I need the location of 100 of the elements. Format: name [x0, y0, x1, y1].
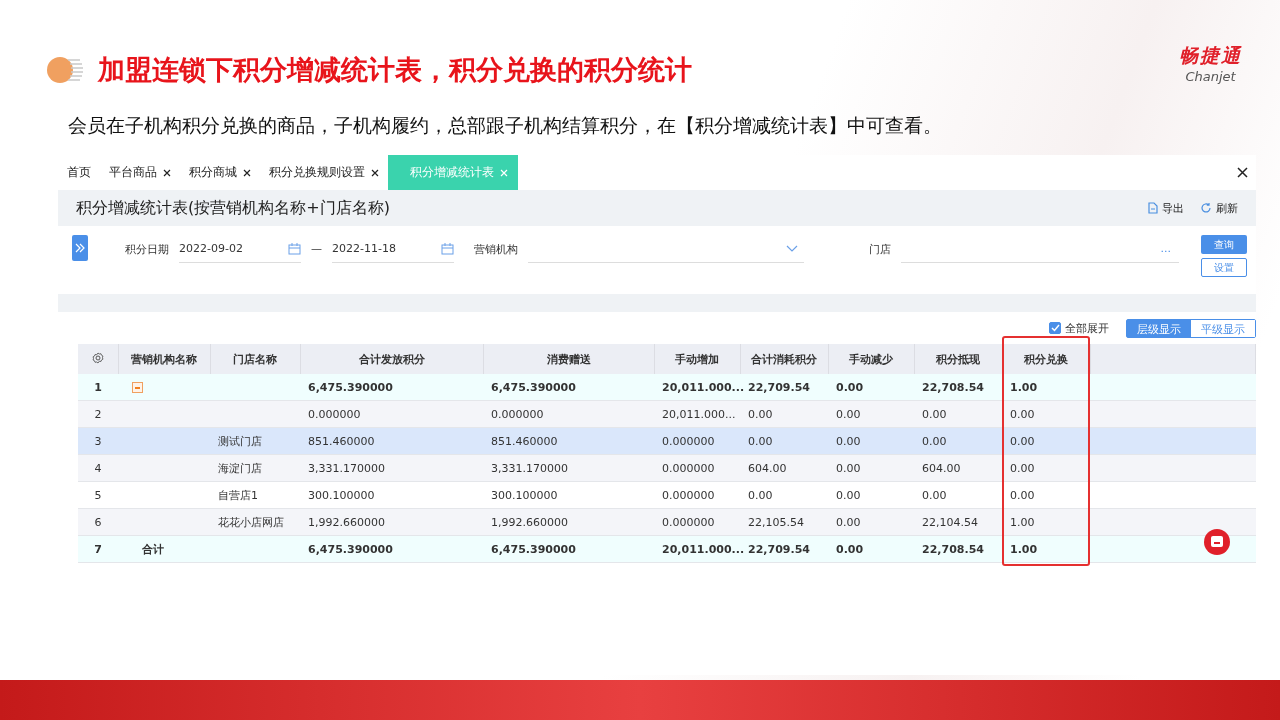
- export-button[interactable]: 导出: [1147, 200, 1184, 216]
- calendar-icon[interactable]: [288, 242, 301, 255]
- close-icon[interactable]: [163, 168, 171, 177]
- close-icon[interactable]: [243, 168, 251, 177]
- row-number: 2: [78, 400, 118, 428]
- close-icon[interactable]: [371, 168, 379, 177]
- table-cell: 0.00: [836, 434, 861, 448]
- row-number: 1: [78, 374, 118, 401]
- column-header: 营销机构名称: [118, 344, 210, 374]
- table-cell: 0.00: [922, 434, 947, 448]
- table-cell: 3,331.170000: [491, 461, 568, 475]
- table-cell: 0.00: [836, 380, 864, 394]
- table-cell: 6,475.390000: [308, 542, 393, 556]
- date-field[interactable]: 2022-09-02: [179, 235, 301, 263]
- tab[interactable]: 平台商品: [100, 155, 180, 190]
- table-cell: 0.000000: [662, 461, 715, 475]
- brand-name: Chanjet: [1185, 68, 1236, 84]
- table-cell: 604.00: [922, 461, 961, 475]
- table-cell: 花花小店网店: [218, 515, 284, 529]
- date-separator: —: [311, 242, 322, 255]
- column-header: 消费赠送: [483, 344, 654, 374]
- table-cell: 3,331.170000: [308, 461, 385, 475]
- row-number: 7: [78, 535, 118, 563]
- expand-all-checkbox[interactable]: 全部展开: [1049, 320, 1109, 336]
- table-cell: 0.00: [748, 434, 773, 448]
- table-cell: 0.00: [836, 542, 864, 556]
- table-cell: 22,104.54: [922, 515, 978, 529]
- date-field[interactable]: 2022-11-18: [332, 235, 454, 263]
- row-number: 3: [78, 427, 118, 455]
- table-cell: 20,011.000...: [662, 542, 745, 556]
- chevron-down-icon: [786, 245, 798, 252]
- calendar-icon[interactable]: [441, 242, 454, 255]
- tab[interactable]: 积分兑换规则设置: [260, 155, 388, 190]
- table-cell: 0.00: [922, 407, 947, 421]
- table-cell: 0.00: [836, 407, 861, 421]
- column-header: 手动减少: [828, 344, 914, 374]
- column-header: 积分抵现: [914, 344, 1002, 374]
- expand-panel-button[interactable]: [72, 235, 88, 261]
- table-cell: 0.000000: [308, 407, 361, 421]
- table-cell: 300.100000: [308, 488, 375, 502]
- table-cell: 0.00: [1010, 488, 1035, 502]
- tab[interactable]: 积分商城: [180, 155, 260, 190]
- column-header: 积分兑换: [1002, 344, 1090, 374]
- brand-name: 畅捷通: [1179, 42, 1242, 68]
- table-cell: 0.00: [1010, 461, 1035, 475]
- report-title: 积分增减统计表(按营销机构名称+门店名称): [76, 197, 390, 219]
- table-cell: 6,475.390000: [491, 380, 576, 394]
- table-cell: 6,475.390000: [491, 542, 576, 556]
- table-cell: 851.460000: [491, 434, 558, 448]
- checkbox[interactable]: [1049, 322, 1061, 334]
- table-cell: 测试门店: [218, 434, 262, 448]
- settings-button[interactable]: 设置: [1201, 258, 1247, 277]
- field-label: 营销机构: [474, 242, 518, 257]
- refresh-icon: [1200, 202, 1212, 214]
- tab[interactable]: 首页: [58, 155, 100, 190]
- table-cell: 0.000000: [662, 488, 715, 502]
- close-icon[interactable]: [1237, 167, 1248, 178]
- table-cell: 0.00: [836, 488, 861, 502]
- table-cell: 22,709.54: [748, 542, 810, 556]
- table-cell: 0.00: [1010, 434, 1035, 448]
- table-cell: 自营店1: [218, 488, 258, 502]
- column-header: 合计发放积分: [300, 344, 483, 374]
- table-cell: 20,011.000...: [662, 380, 745, 394]
- table-cell: 22,708.54: [922, 380, 984, 394]
- column-header: 合计消耗积分: [740, 344, 828, 374]
- table-cell: 合计: [142, 542, 164, 556]
- table-cell: 0.000000: [662, 515, 715, 529]
- table-cell: 20,011.000...: [662, 407, 736, 421]
- row-number: 5: [78, 481, 118, 509]
- collapse-toggle[interactable]: [132, 382, 143, 393]
- table-cell: 1.00: [1010, 380, 1038, 394]
- table-cell: 0.00: [748, 488, 773, 502]
- refresh-button[interactable]: 刷新: [1200, 200, 1238, 216]
- logo-icon: [46, 54, 84, 86]
- slide-title: 加盟连锁下积分增减统计表，积分兑换的积分统计: [98, 53, 692, 87]
- field-label: 门店: [869, 242, 891, 257]
- table-cell: 0.00: [836, 515, 861, 529]
- table-cell: 604.00: [748, 461, 787, 475]
- table-cell: 6,475.390000: [308, 380, 393, 394]
- column-header: 门店名称: [210, 344, 300, 374]
- table-cell: 1.00: [1010, 515, 1035, 529]
- table-cell: 22,709.54: [748, 380, 810, 394]
- slide-subtitle: 会员在子机构积分兑换的商品，子机构履约，总部跟子机构结算积分，在【积分增减统计表】中可查看。: [68, 113, 943, 138]
- store-field[interactable]: ...: [901, 235, 1179, 263]
- row-number: 6: [78, 508, 118, 536]
- table-cell: 22,708.54: [922, 542, 984, 556]
- document-icon: [1147, 202, 1158, 214]
- table-cell: 0.000000: [662, 434, 715, 448]
- chat-icon[interactable]: [1203, 528, 1231, 556]
- table-cell: 1,992.660000: [308, 515, 385, 529]
- table-cell: 0.00: [836, 461, 861, 475]
- table-cell: 0.00: [922, 488, 947, 502]
- table-cell: 1,992.660000: [491, 515, 568, 529]
- table-cell: 0.00: [1010, 407, 1035, 421]
- table-cell: 0.00: [748, 407, 773, 421]
- row-number: 4: [78, 454, 118, 482]
- settings-icon[interactable]: [91, 351, 104, 364]
- field-label: 积分日期: [125, 242, 169, 257]
- table-cell: 22,105.54: [748, 515, 804, 529]
- table-cell: 300.100000: [491, 488, 558, 502]
